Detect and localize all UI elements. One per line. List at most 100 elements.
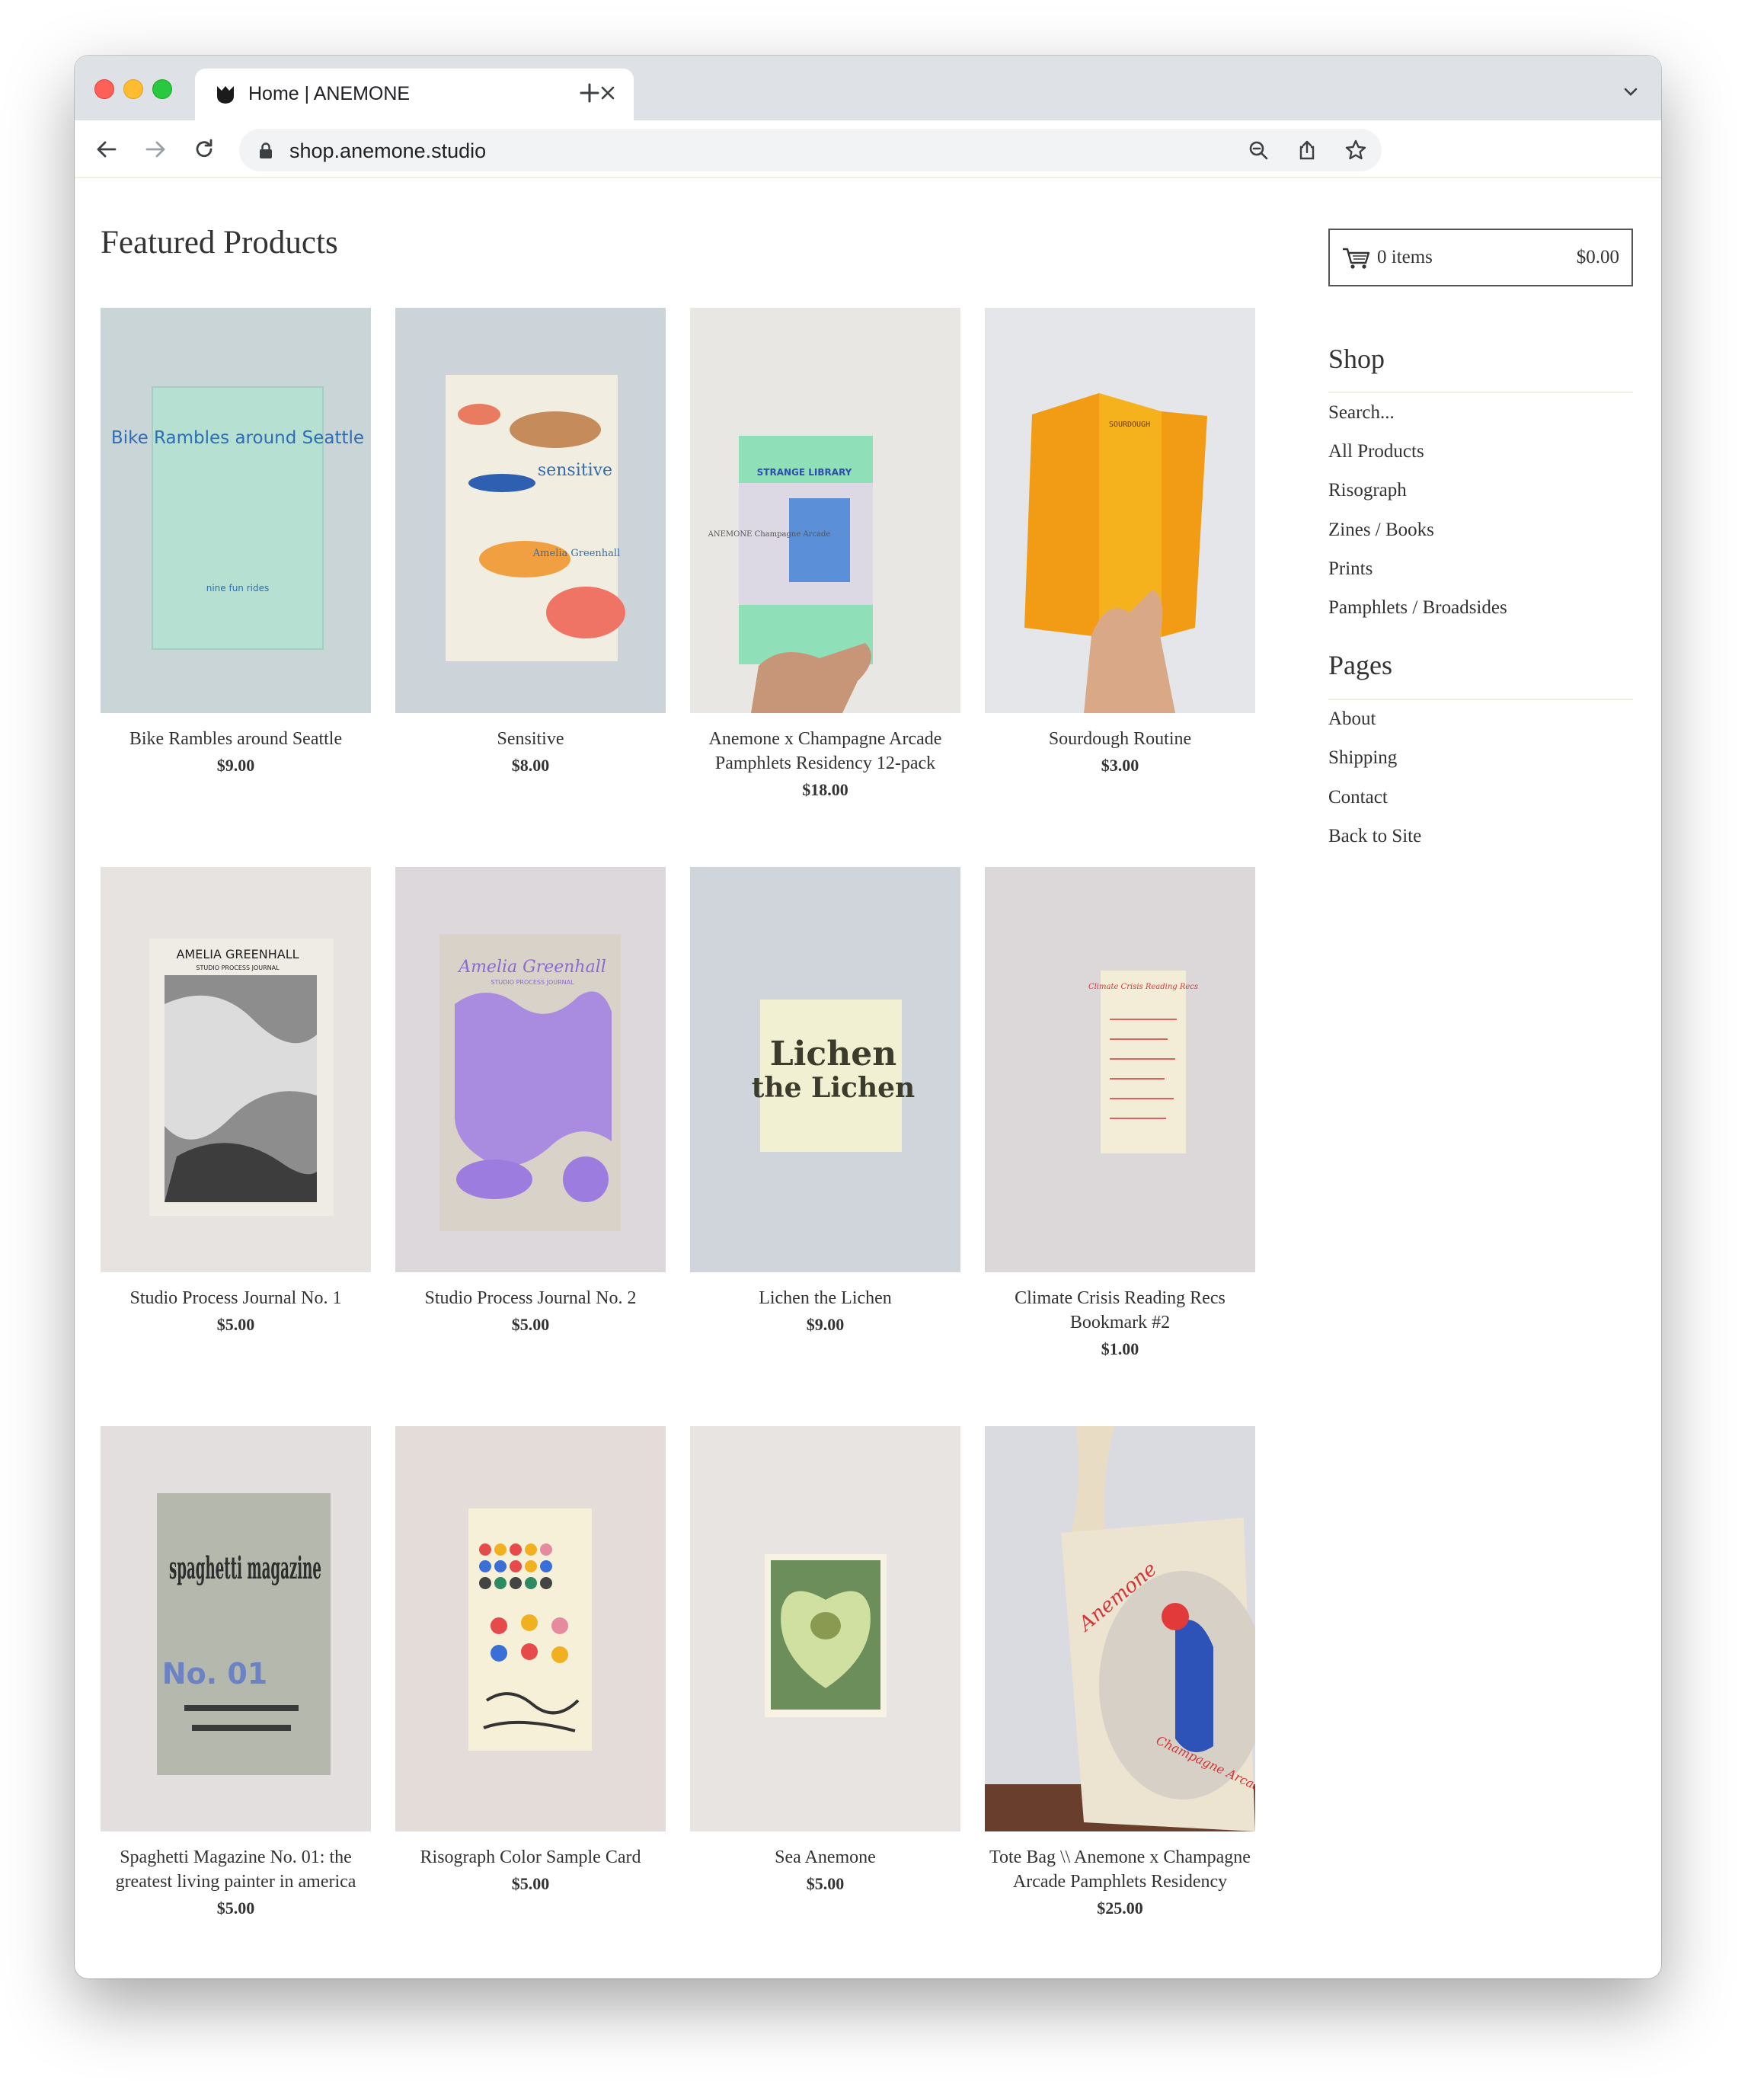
product-price: $9.00 xyxy=(806,1315,845,1334)
minimize-window-button[interactable] xyxy=(123,79,143,99)
cover-title-text: spaghetti magazine xyxy=(169,1550,321,1586)
cover-subtitle-text: Amelia Greenhall xyxy=(532,548,620,559)
sidebar-link-search[interactable]: Search... xyxy=(1328,402,1395,424)
product-price: $9.00 xyxy=(216,756,255,775)
product-card[interactable]: STRANGE LIBRARY ANEMONE Champagne Arcade… xyxy=(690,308,960,800)
forward-arrow-icon[interactable] xyxy=(139,133,172,166)
cover-title-text: AMELIA GREENHALL xyxy=(176,947,299,961)
product-card[interactable]: Risograph Color Sample Card $5.00 xyxy=(395,1426,666,1894)
lock-icon[interactable] xyxy=(259,142,273,159)
product-image[interactable]: AMELIA GREENHALL STUDIO PROCESS JOURNAL xyxy=(101,867,371,1272)
close-window-button[interactable] xyxy=(94,79,114,99)
product-price: $5.00 xyxy=(216,1315,255,1334)
product-card[interactable]: Climate Crisis Reading Recs Climate Cris… xyxy=(985,867,1255,1359)
product-card[interactable]: SOURDOUGH Sourdough Routine $3.00 xyxy=(985,308,1255,776)
url-text[interactable]: shop.anemone.studio xyxy=(289,139,486,163)
browser-titlebar: Home | ANEMONE xyxy=(75,56,1661,120)
product-price: $5.00 xyxy=(511,1874,550,1893)
sidebar-link-back-to-site[interactable]: Back to Site xyxy=(1328,826,1421,847)
product-card[interactable]: sensitive Amelia Greenhall Sensitive $8.… xyxy=(395,308,666,776)
sidebar-link-shipping[interactable]: Shipping xyxy=(1328,747,1397,769)
product-card[interactable]: spaghetti magazine No. 01 Spaghetti Maga… xyxy=(101,1426,371,1918)
zoom-out-icon[interactable] xyxy=(1245,136,1272,164)
shopping-cart-icon xyxy=(1342,247,1371,270)
product-name[interactable]: Climate Crisis Reading Recs Bookmark #2 xyxy=(985,1286,1255,1335)
product-name[interactable]: Bike Rambles around Seattle xyxy=(101,727,371,751)
product-name[interactable]: Studio Process Journal No. 2 xyxy=(395,1286,666,1310)
product-card[interactable]: Sea Anemone $5.00 xyxy=(690,1426,960,1894)
browser-window: Home | ANEMONE shop.anemone.studio Featu… xyxy=(75,56,1661,1978)
product-name[interactable]: Studio Process Journal No. 1 xyxy=(101,1286,371,1310)
sidebar-link-pamphlets-broadsides[interactable]: Pamphlets / Broadsides xyxy=(1328,597,1507,619)
pages-heading: Pages xyxy=(1328,650,1392,680)
product-image[interactable]: spaghetti magazine No. 01 xyxy=(101,1426,371,1831)
product-name[interactable]: Lichen the Lichen xyxy=(690,1286,960,1310)
cart-total: $0.00 xyxy=(1576,247,1619,267)
product-image[interactable]: Bike Rambles around Seattle nine fun rid… xyxy=(101,308,371,713)
chevron-down-icon[interactable] xyxy=(1617,78,1644,106)
product-price: $5.00 xyxy=(511,1315,550,1334)
product-name[interactable]: Anemone x Champagne Arcade Pamphlets Res… xyxy=(690,727,960,776)
new-tab-icon[interactable] xyxy=(574,77,606,109)
product-image[interactable]: SOURDOUGH xyxy=(985,308,1255,713)
product-image[interactable]: STRANGE LIBRARY ANEMONE Champagne Arcade xyxy=(690,308,960,713)
product-image[interactable]: Amelia Greenhall STUDIO PROCESS JOURNAL xyxy=(395,867,666,1272)
product-name[interactable]: Sensitive xyxy=(395,727,666,751)
cover-title-text: Amelia Greenhall xyxy=(457,958,606,977)
cover-title-text: STRANGE LIBRARY xyxy=(757,467,852,478)
product-card[interactable]: Amelia Greenhall STUDIO PROCESS JOURNAL … xyxy=(395,867,666,1335)
product-price: $8.00 xyxy=(511,756,550,775)
product-price: $1.00 xyxy=(1101,1339,1139,1358)
product-image[interactable] xyxy=(395,1426,666,1831)
cart-summary[interactable]: 0 items $0.00 xyxy=(1328,229,1633,286)
cover-title-text: sensitive xyxy=(538,461,612,480)
product-name[interactable]: Sourdough Routine xyxy=(985,727,1255,751)
sidebar-link-all-products[interactable]: All Products xyxy=(1328,441,1424,462)
product-name[interactable]: Spaghetti Magazine No. 01: the greatest … xyxy=(101,1845,371,1894)
divider xyxy=(1328,392,1633,393)
product-price: $18.00 xyxy=(802,780,848,799)
product-image[interactable]: Anemone Champagne Arcade xyxy=(985,1426,1255,1831)
cover-title-text: Lichen xyxy=(770,1035,896,1073)
bookmark-star-icon[interactable] xyxy=(1342,136,1369,164)
address-bar[interactable]: shop.anemone.studio xyxy=(239,129,1382,171)
product-name[interactable]: Tote Bag \\ Anemone x Champagne Arcade P… xyxy=(985,1845,1255,1894)
product-image[interactable] xyxy=(690,1426,960,1831)
product-image[interactable]: Lichen the Lichen xyxy=(690,867,960,1272)
maximize-window-button[interactable] xyxy=(152,79,172,99)
product-card[interactable]: Anemone Champagne Arcade Tote Bag \\ Ane… xyxy=(985,1426,1255,1918)
product-card[interactable]: Lichen the Lichen Lichen the Lichen $9.0… xyxy=(690,867,960,1335)
cover-subtitle-text: STUDIO PROCESS JOURNAL xyxy=(491,979,574,986)
product-price: $5.00 xyxy=(216,1898,255,1918)
product-name[interactable]: Sea Anemone xyxy=(690,1845,960,1870)
share-icon[interactable] xyxy=(1293,136,1321,164)
product-card[interactable]: Bike Rambles around Seattle nine fun rid… xyxy=(101,308,371,776)
product-price: $25.00 xyxy=(1097,1898,1143,1918)
cover-subtitle-text: No. 01 xyxy=(162,1657,267,1691)
anemone-favicon-icon xyxy=(215,84,236,105)
product-image[interactable]: sensitive Amelia Greenhall xyxy=(395,308,666,713)
product-image[interactable]: Climate Crisis Reading Recs xyxy=(985,867,1255,1272)
browser-tab-active[interactable]: Home | ANEMONE xyxy=(195,69,634,120)
product-name[interactable]: Risograph Color Sample Card xyxy=(395,1845,666,1870)
sidebar-link-zines-books[interactable]: Zines / Books xyxy=(1328,520,1434,541)
cover-title-text: Bike Rambles around Seattle xyxy=(111,428,364,448)
page-title: Featured Products xyxy=(101,225,338,261)
sidebar-link-about[interactable]: About xyxy=(1328,709,1376,730)
sidebar-link-prints[interactable]: Prints xyxy=(1328,558,1373,580)
tab-title: Home | ANEMONE xyxy=(248,83,411,104)
cover-subtitle-text: ANEMONE Champagne Arcade xyxy=(708,530,831,539)
divider xyxy=(1328,699,1633,700)
product-card[interactable]: AMELIA GREENHALL STUDIO PROCESS JOURNAL … xyxy=(101,867,371,1335)
product-price: $3.00 xyxy=(1101,756,1139,775)
sidebar-link-contact[interactable]: Contact xyxy=(1328,787,1388,808)
reload-icon[interactable] xyxy=(187,133,221,166)
sidebar-link-risograph[interactable]: Risograph xyxy=(1328,480,1407,501)
cover-subtitle-text: nine fun rides xyxy=(206,583,270,593)
back-arrow-icon[interactable] xyxy=(90,133,123,166)
product-price: $5.00 xyxy=(806,1874,845,1893)
browser-toolbar: shop.anemone.studio xyxy=(75,120,1661,178)
cover-subtitle-text: STUDIO PROCESS JOURNAL xyxy=(196,964,280,971)
cart-item-count: 0 items xyxy=(1377,247,1433,267)
cover-title-text: Climate Crisis Reading Recs xyxy=(1088,983,1198,991)
